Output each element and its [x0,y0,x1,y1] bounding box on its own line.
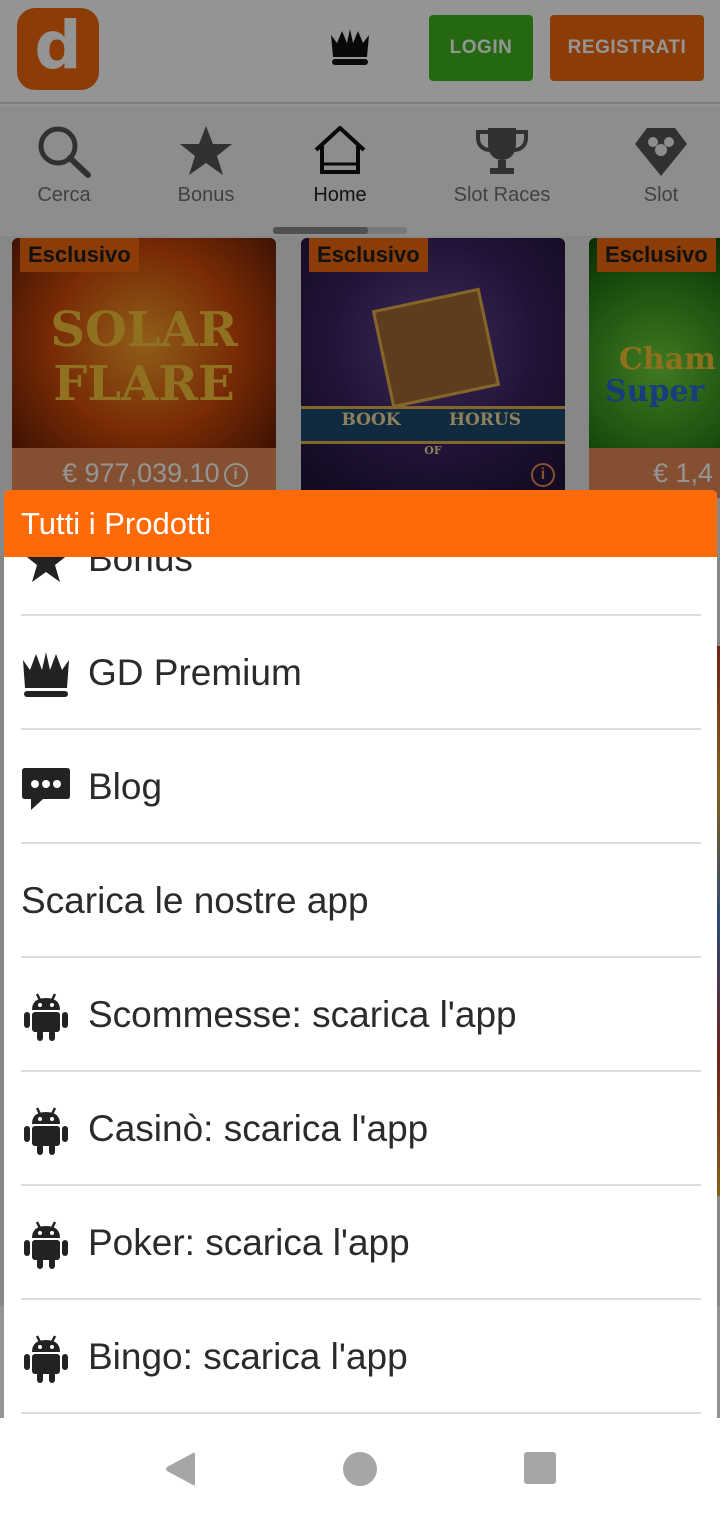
list-item-label: GD Premium [88,652,302,693]
recents-square-icon[interactable] [523,1451,557,1485]
android-icon [24,1335,68,1383]
list-item-label: Scommesse: scarica l'app [88,994,517,1035]
list-item-label: Blog [88,766,163,807]
list-item-scommesse-app[interactable]: Scommesse: scarica l'app [21,958,701,1072]
list-item-bingo-app[interactable]: Bingo: scarica l'app [21,1300,701,1414]
home-circle-icon[interactable] [342,1451,378,1487]
list-item-gd-premium[interactable]: GD Premium [21,616,701,730]
list-item-download-apps: Scarica le nostre app [21,844,701,958]
list-item-label: Scarica le nostre app [21,880,369,921]
list-item-label: Poker: scarica l'app [88,1222,410,1263]
system-nav-bar [0,1418,720,1517]
android-icon [24,1221,68,1269]
list-item-blog[interactable]: Blog [21,730,701,844]
crown-icon [23,652,69,697]
back-triangle-icon[interactable] [162,1451,198,1487]
list-item-casino-app[interactable]: Casinò: scarica l'app [21,1072,701,1186]
list-item-poker-app[interactable]: Poker: scarica l'app [21,1186,701,1300]
android-icon [24,993,68,1041]
chat-bubble-icon [22,768,70,810]
android-icon [24,1107,68,1155]
list-item-label: Casinò: scarica l'app [88,1108,429,1149]
sheet-title: Tutti i Prodotti [4,490,717,557]
products-sheet: Tutti i Prodotti Bonus GD Premium Blog S… [4,490,717,1418]
list-item-label: Bingo: scarica l'app [88,1336,408,1377]
